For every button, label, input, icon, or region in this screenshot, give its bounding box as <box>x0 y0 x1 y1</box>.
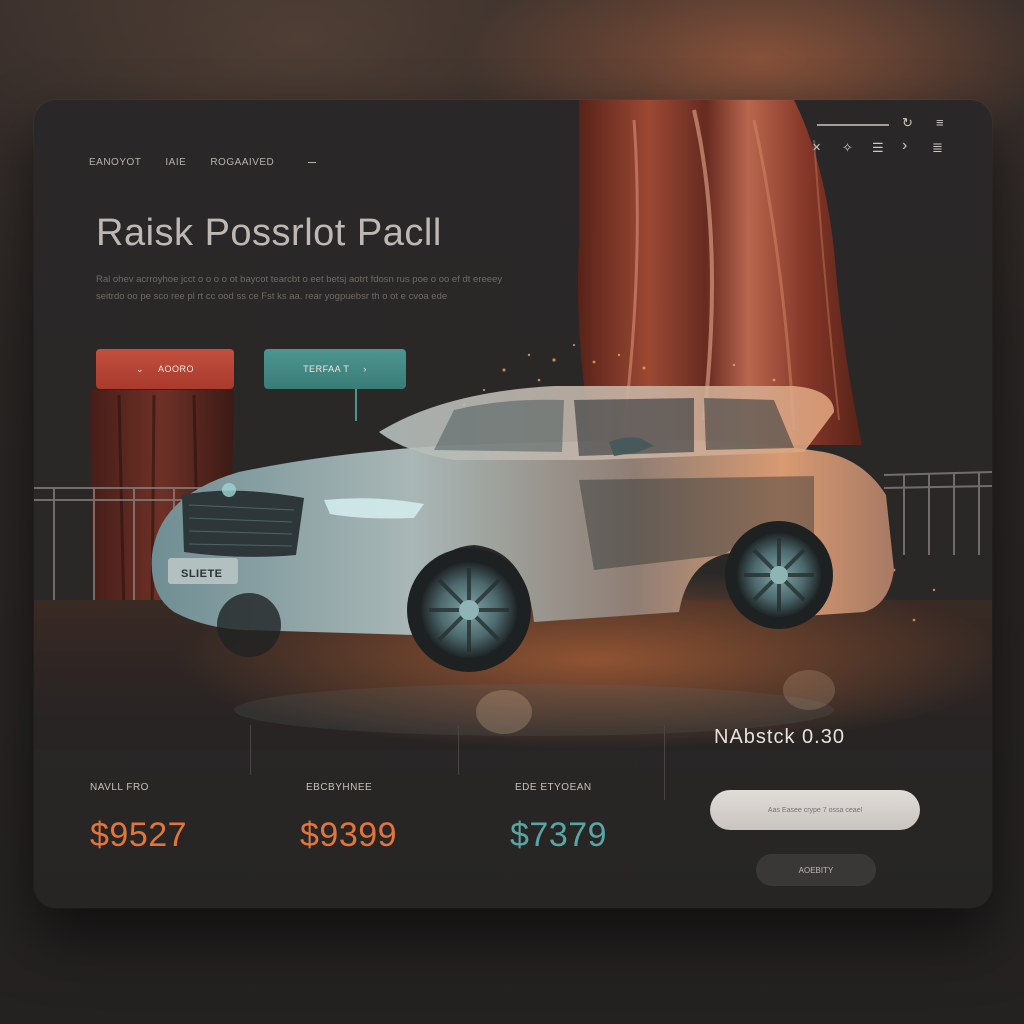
license-plate: SLIETE <box>181 568 223 580</box>
stat-divider-3 <box>664 725 665 800</box>
nav-item-2[interactable]: IAIE <box>165 157 186 168</box>
hero-description: Ral ohev acrroyhoe jcct o o o o ot bayco… <box>96 274 503 302</box>
secondary-button[interactable]: TERFAA T › <box>264 349 406 389</box>
refresh-icon[interactable]: ↻ <box>902 116 913 130</box>
top-nav: EANOYOT IAIE ROGAAIVED <box>89 157 317 168</box>
stat-value-2: $9399 <box>300 816 398 854</box>
stat-value-1: $9527 <box>90 816 188 854</box>
primary-button[interactable]: ⌄ AOORO <box>96 349 234 389</box>
pointer-line <box>355 389 357 421</box>
stat-label-3: EDE ETYOEAN <box>515 782 592 793</box>
secondary-button-label: TERFAA T <box>303 364 350 374</box>
list-icon[interactable]: ☰ <box>872 141 884 155</box>
sparkle-icon[interactable]: ✧ <box>842 141 853 155</box>
main-panel: EANOYOT IAIE ROGAAIVED ↻ ≡ ✕ ✧ ☰ › ≣ Rai… <box>34 100 992 908</box>
toolbar-slider[interactable] <box>817 124 889 126</box>
chevron-down-icon: ⌄ <box>135 363 145 374</box>
stat-label-2: EBCBYHNEE <box>306 782 373 793</box>
nav-dash <box>308 162 317 163</box>
stat-divider-1 <box>250 725 251 775</box>
chevron-right-icon[interactable]: › <box>902 138 907 154</box>
stat-label-1: NAVLL FRO <box>90 782 149 793</box>
price-label: NAbstck 0.30 <box>714 726 845 748</box>
stat-divider-2 <box>458 725 459 775</box>
close-icon[interactable]: ✕ <box>812 141 821 155</box>
arrow-right-icon: › <box>363 364 367 374</box>
email-input[interactable] <box>710 790 920 830</box>
stack-icon[interactable]: ≣ <box>932 141 943 155</box>
menu-icon[interactable]: ≡ <box>936 116 944 130</box>
stat-value-3: $7379 <box>510 816 608 854</box>
primary-button-label: AOORO <box>158 364 195 374</box>
nav-item-3[interactable]: ROGAAIVED <box>210 157 274 168</box>
page-title: Raisk Possrlot Pacll <box>96 212 442 254</box>
nav-item-1[interactable]: EANOYOT <box>89 157 141 168</box>
apply-button[interactable]: AOEBITY <box>756 854 876 886</box>
